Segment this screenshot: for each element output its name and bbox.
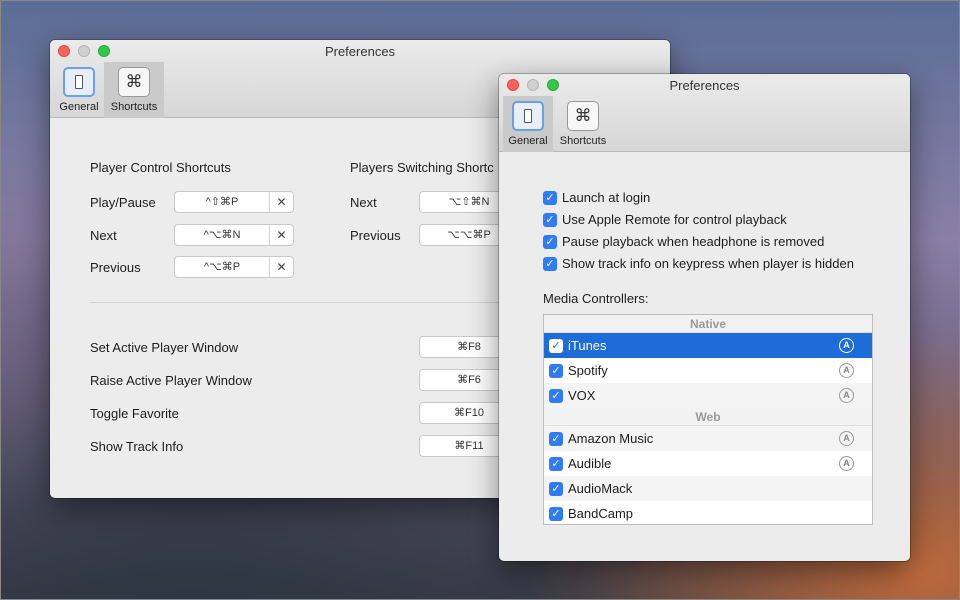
command-icon: ⌘ — [567, 101, 599, 131]
switch-icon — [512, 101, 544, 131]
checkmark-icon[interactable]: ✓ — [549, 338, 563, 353]
switch-label-next: Next — [350, 195, 377, 210]
list-item-amazon-music[interactable]: ✓ Amazon Music A — [544, 426, 872, 451]
shortcut-label-next: Next — [90, 228, 117, 243]
checkmark-icon: ✓ — [543, 212, 557, 227]
controller-name: VOX — [568, 388, 596, 403]
media-controllers-table: Native ✓ iTunes A ✓ Spotify A ✓ VOX A We… — [543, 314, 873, 525]
checkmark-icon: ✓ — [543, 190, 557, 205]
clear-shortcut-button[interactable]: ✕ — [269, 192, 293, 212]
pause-on-headphone-checkbox[interactable]: ✓ Pause playback when headphone is remov… — [543, 234, 824, 249]
toolbar-tabs: General ⌘ Shortcuts — [54, 62, 164, 118]
app-store-icon: A — [839, 456, 854, 471]
window-title: Preferences — [669, 78, 740, 93]
app-store-icon: A — [839, 338, 854, 353]
controller-name: Amazon Music — [568, 431, 654, 446]
list-item-vox[interactable]: ✓ VOX A — [544, 383, 872, 408]
shortcut-keys: ⌥⇧⌘N — [448, 196, 490, 208]
option-label: Show track info on keypress when player … — [562, 256, 854, 271]
controller-name: Spotify — [568, 363, 608, 378]
app-store-icon: A — [839, 388, 854, 403]
list-item-audible[interactable]: ✓ Audible A — [544, 451, 872, 476]
controller-name: iTunes — [568, 338, 607, 353]
tab-shortcuts-label: Shortcuts — [559, 135, 607, 147]
shortcut-label-raise-active-player: Raise Active Player Window — [90, 373, 252, 388]
shortcut-recorder-previous[interactable]: ^⌥⌘P ✕ — [174, 256, 294, 278]
list-item-audiomack[interactable]: ✓ AudioMack — [544, 476, 872, 501]
shortcut-label-previous: Previous — [90, 260, 141, 275]
players-switching-heading: Players Switching Shortc — [350, 160, 494, 175]
divider — [90, 302, 510, 303]
preferences-window-general: Preferences General ⌘ Shortcuts ✓ Launch… — [499, 74, 910, 561]
toolbar-tabs: General ⌘ Shortcuts — [503, 96, 613, 152]
shortcut-recorder-next[interactable]: ^⌥⌘N ✕ — [174, 224, 294, 246]
shortcut-recorder-play-pause[interactable]: ^⇧⌘P ✕ — [174, 191, 294, 213]
group-header-native: Native — [544, 315, 872, 333]
option-label: Pause playback when headphone is removed — [562, 234, 825, 249]
switch-icon — [63, 67, 95, 97]
checkmark-icon: ✓ — [543, 256, 557, 271]
show-track-info-checkbox[interactable]: ✓ Show track info on keypress when playe… — [543, 256, 854, 271]
app-store-icon: A — [839, 431, 854, 446]
controller-name: Audible — [568, 456, 612, 471]
option-label: Launch at login — [562, 190, 651, 205]
shortcut-keys: ⌘F11 — [454, 440, 484, 452]
player-control-heading: Player Control Shortcuts — [90, 160, 231, 175]
tab-general[interactable]: General — [54, 62, 104, 118]
checkmark-icon[interactable]: ✓ — [549, 388, 563, 403]
list-item-spotify[interactable]: ✓ Spotify A — [544, 358, 872, 383]
tab-shortcuts[interactable]: ⌘ Shortcuts — [104, 62, 164, 118]
option-label: Use Apple Remote for control playback — [562, 212, 787, 227]
shortcut-keys: ^⇧⌘P — [205, 196, 239, 208]
shortcut-label-toggle-favorite: Toggle Favorite — [90, 406, 179, 421]
shortcut-keys: ⌥⌥⌘P — [447, 229, 491, 241]
tab-shortcuts-label: Shortcuts — [110, 101, 158, 113]
controller-name: AudioMack — [568, 481, 633, 496]
checkmark-icon[interactable]: ✓ — [549, 481, 563, 496]
shortcut-label-set-active-player: Set Active Player Window — [90, 340, 239, 355]
shortcut-keys: ⌘F6 — [457, 374, 481, 386]
apple-remote-checkbox[interactable]: ✓ Use Apple Remote for control playback — [543, 212, 787, 227]
window-title: Preferences — [324, 44, 396, 59]
tab-shortcuts[interactable]: ⌘ Shortcuts — [553, 96, 613, 152]
shortcut-keys: ^⌥⌘N — [203, 229, 241, 241]
shortcut-keys: ⌘F10 — [454, 407, 484, 419]
app-store-icon: A — [839, 363, 854, 378]
checkmark-icon[interactable]: ✓ — [549, 456, 563, 471]
checkmark-icon[interactable]: ✓ — [549, 431, 563, 446]
clear-shortcut-button[interactable]: ✕ — [269, 225, 293, 245]
shortcut-label-show-track-info: Show Track Info — [90, 439, 184, 454]
tab-general-label: General — [59, 101, 99, 113]
shortcut-keys: ^⌥⌘P — [203, 261, 241, 273]
checkmark-icon: ✓ — [543, 234, 557, 249]
shortcut-keys: ⌘F8 — [457, 341, 481, 353]
checkmark-icon[interactable]: ✓ — [549, 506, 563, 521]
switch-label-previous: Previous — [350, 228, 401, 243]
list-item-itunes[interactable]: ✓ iTunes A — [544, 333, 872, 358]
command-icon: ⌘ — [118, 67, 150, 97]
list-item-bandcamp[interactable]: ✓ BandCamp — [544, 501, 872, 524]
launch-at-login-checkbox[interactable]: ✓ Launch at login — [543, 190, 650, 205]
tab-general[interactable]: General — [503, 96, 553, 152]
controller-name: BandCamp — [568, 506, 634, 521]
titlebar: Preferences General ⌘ Shortcuts — [499, 74, 910, 152]
media-controllers-label: Media Controllers: — [543, 291, 649, 306]
clear-shortcut-button[interactable]: ✕ — [269, 257, 293, 277]
group-header-web: Web — [544, 408, 872, 426]
shortcut-label-play-pause: Play/Pause — [90, 195, 156, 210]
checkmark-icon[interactable]: ✓ — [549, 363, 563, 378]
tab-general-label: General — [508, 135, 548, 147]
